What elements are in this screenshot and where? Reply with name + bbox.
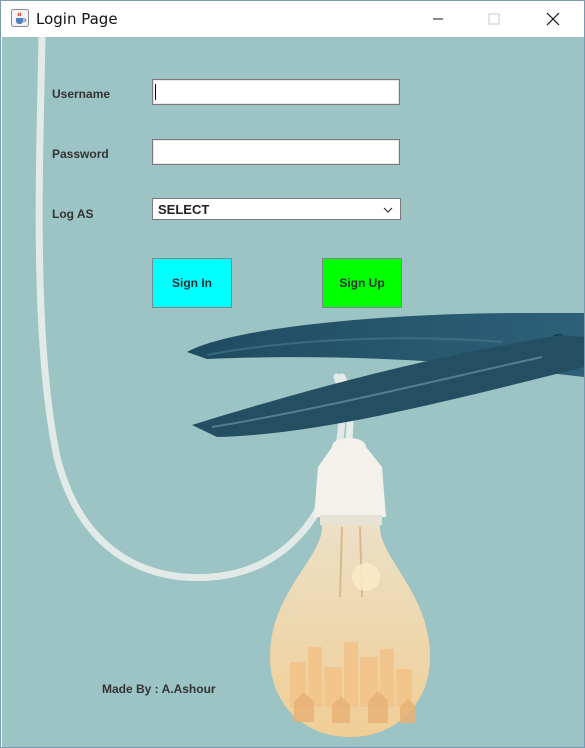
- log-as-selected-value: SELECT: [158, 202, 210, 217]
- content-panel: Username Password Log AS SELECT Sign In …: [2, 37, 584, 747]
- minimize-icon: [433, 18, 443, 20]
- username-input[interactable]: [152, 79, 400, 105]
- log-as-dropdown[interactable]: SELECT: [152, 198, 401, 220]
- username-label: Username: [52, 87, 111, 101]
- password-input[interactable]: [152, 139, 400, 165]
- maximize-button[interactable]: [471, 1, 517, 37]
- java-coffee-icon: [11, 9, 29, 27]
- text-caret: [155, 84, 156, 100]
- minimize-button[interactable]: [415, 1, 461, 37]
- password-label: Password: [52, 147, 109, 161]
- author-credit: Made By : A.Ashour: [102, 682, 216, 696]
- window-title: Login Page: [36, 10, 118, 28]
- login-window: Login Page Username Password Log AS SELE…: [0, 0, 585, 748]
- chevron-down-icon[interactable]: [382, 203, 394, 221]
- sign-in-button[interactable]: Sign In: [152, 258, 232, 308]
- sign-up-button[interactable]: Sign Up: [322, 258, 402, 308]
- close-icon: [546, 12, 560, 26]
- close-button[interactable]: [530, 1, 576, 37]
- title-bar[interactable]: Login Page: [1, 1, 584, 37]
- log-as-label: Log AS: [52, 207, 94, 221]
- maximize-icon: [488, 13, 500, 25]
